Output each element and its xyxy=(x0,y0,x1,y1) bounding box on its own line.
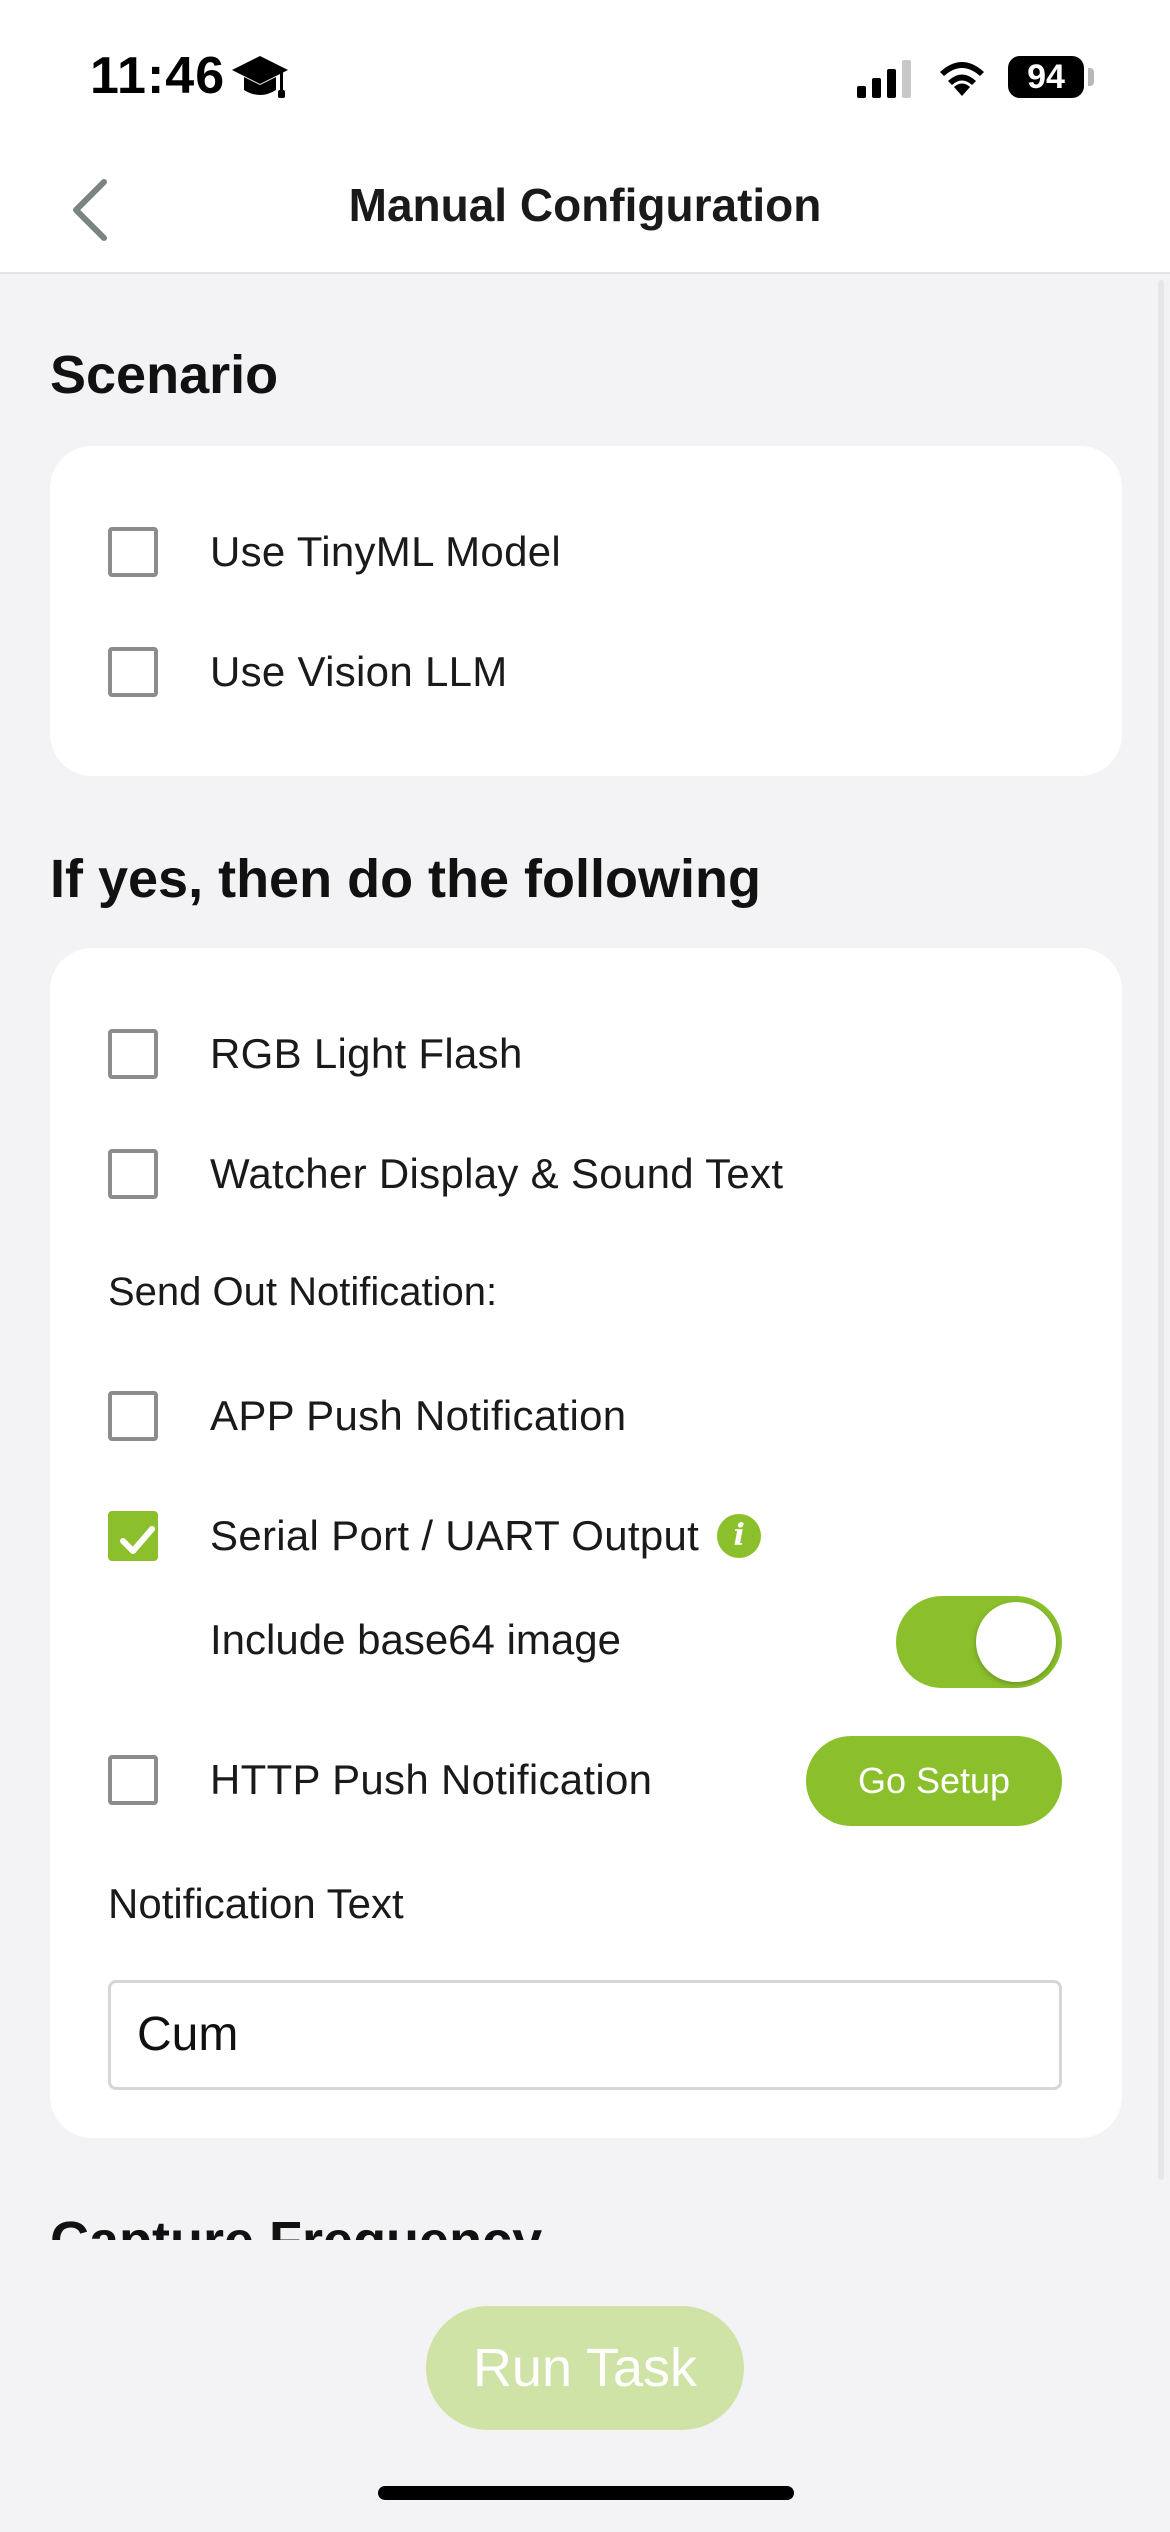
vision-llm-checkbox[interactable] xyxy=(108,647,158,697)
status-bar: 11:46 94 xyxy=(0,0,1170,150)
home-indicator xyxy=(378,2486,794,2500)
send-out-notification-label: Send Out Notification: xyxy=(108,1270,498,1314)
watcher-display-checkbox[interactable] xyxy=(108,1149,158,1199)
rgb-light-flash-checkbox[interactable] xyxy=(108,1029,158,1079)
include-base64-label: Include base64 image xyxy=(210,1616,621,1663)
rgb-light-flash-label: RGB Light Flash xyxy=(210,1030,523,1077)
scrollbar-track xyxy=(1158,280,1164,2180)
manual-configuration-screen: 11:46 94 Manual Configuration Scenario U… xyxy=(0,0,1170,2532)
go-setup-button[interactable]: Go Setup xyxy=(806,1736,1062,1826)
option-use-tinyml-model[interactable]: Use TinyML Model xyxy=(108,512,1068,592)
option-http-push-notification[interactable]: HTTP Push Notification xyxy=(108,1740,788,1820)
toggle-knob xyxy=(976,1602,1056,1682)
serial-port-checkbox[interactable] xyxy=(108,1511,158,1561)
bottom-action-area: Run Task xyxy=(0,2240,1170,2532)
cellular-signal-icon xyxy=(857,60,911,98)
app-push-checkbox[interactable] xyxy=(108,1391,158,1441)
option-watcher-display-sound[interactable]: Watcher Display & Sound Text xyxy=(108,1134,1068,1214)
tinyml-checkbox[interactable] xyxy=(108,527,158,577)
navigation-bar: Manual Configuration xyxy=(0,150,1170,274)
actions-heading: If yes, then do the following xyxy=(50,849,761,909)
graduation-cap-icon xyxy=(232,56,288,98)
watcher-display-label: Watcher Display & Sound Text xyxy=(210,1150,784,1197)
battery-level: 94 xyxy=(1008,56,1084,98)
option-use-vision-llm[interactable]: Use Vision LLM xyxy=(108,632,1068,712)
notification-text-input[interactable]: Cum xyxy=(108,1980,1062,2090)
option-serial-port-uart[interactable]: Serial Port / UART Output i xyxy=(108,1496,1068,1576)
option-app-push-notification[interactable]: APP Push Notification xyxy=(108,1376,1068,1456)
battery-nub xyxy=(1088,68,1094,86)
actions-card: RGB Light Flash Watcher Display & Sound … xyxy=(50,948,1122,2138)
scenario-card: Use TinyML Model Use Vision LLM xyxy=(50,446,1122,776)
run-task-button[interactable]: Run Task xyxy=(426,2306,744,2430)
wifi-icon xyxy=(940,62,984,96)
include-base64-toggle[interactable] xyxy=(896,1596,1062,1688)
status-time: 11:46 xyxy=(90,47,226,105)
http-push-label: HTTP Push Notification xyxy=(210,1756,653,1803)
serial-port-label: Serial Port / UART Output xyxy=(210,1512,700,1559)
tinyml-label: Use TinyML Model xyxy=(210,528,562,575)
info-icon[interactable]: i xyxy=(717,1514,762,1558)
option-rgb-light-flash[interactable]: RGB Light Flash xyxy=(108,1014,1068,1094)
vision-llm-label: Use Vision LLM xyxy=(210,648,508,695)
scenario-heading: Scenario xyxy=(50,345,279,405)
notification-text-label: Notification Text xyxy=(108,1880,404,1927)
checkmark-icon xyxy=(120,1526,155,1554)
http-push-checkbox[interactable] xyxy=(108,1755,158,1805)
page-title: Manual Configuration xyxy=(348,179,822,231)
app-push-label: APP Push Notification xyxy=(210,1392,627,1439)
